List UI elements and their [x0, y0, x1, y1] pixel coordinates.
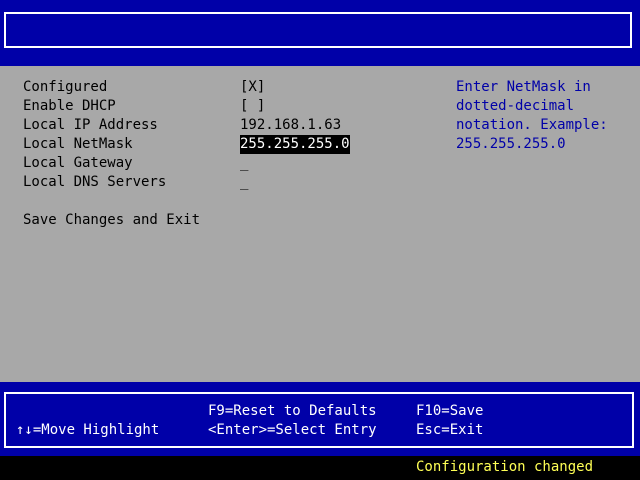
reset-defaults-hint: F9=Reset to Defaults — [208, 403, 377, 419]
status-message: Configuration changed — [416, 459, 594, 475]
local-ip-field[interactable]: 192.168.1.63 — [240, 116, 341, 135]
help-text-line: notation. Example: — [456, 117, 608, 133]
footer-band: ↑↓=Move Highlight F9=Reset to Defaults <… — [0, 382, 640, 456]
help-text-line: dotted-decimal — [456, 98, 575, 114]
field-label-local-netmask: Local NetMask — [23, 136, 133, 152]
save-and-exit-item[interactable]: Save Changes and Exit — [23, 211, 200, 230]
field-label-local-gateway: Local Gateway — [23, 155, 133, 171]
status-bar: Configuration changed — [0, 456, 640, 480]
title-box — [4, 12, 632, 48]
field-label-enable-dhcp: Enable DHCP — [23, 98, 116, 114]
local-dns-field[interactable]: _ — [240, 173, 248, 192]
field-label-local-dns: Local DNS Servers — [23, 174, 167, 190]
help-text-line: Enter NetMask in — [456, 79, 591, 95]
local-gateway-field[interactable]: _ — [240, 154, 248, 173]
key-help-box: ↑↓=Move Highlight F9=Reset to Defaults <… — [4, 392, 634, 448]
move-highlight-hint: ↑↓=Move Highlight — [16, 422, 160, 438]
enable-dhcp-checkbox[interactable]: [ ] — [240, 97, 265, 116]
select-entry-hint: <Enter>=Select Entry — [208, 422, 377, 438]
help-text-line: 255.255.255.0 — [456, 136, 566, 152]
save-hint: F10=Save — [416, 403, 484, 419]
configured-checkbox[interactable]: [X] — [240, 78, 265, 97]
exit-hint: Esc=Exit — [416, 422, 484, 438]
field-label-local-ip: Local IP Address — [23, 117, 158, 133]
header-band — [0, 0, 640, 66]
field-label-configured: Configured — [23, 79, 108, 95]
bios-setup-screen: Configured [X] Enable DHCP [ ] Local IP … — [0, 0, 640, 480]
config-panel: Configured [X] Enable DHCP [ ] Local IP … — [0, 66, 640, 382]
local-netmask-field[interactable]: 255.255.255.0 — [240, 135, 350, 154]
